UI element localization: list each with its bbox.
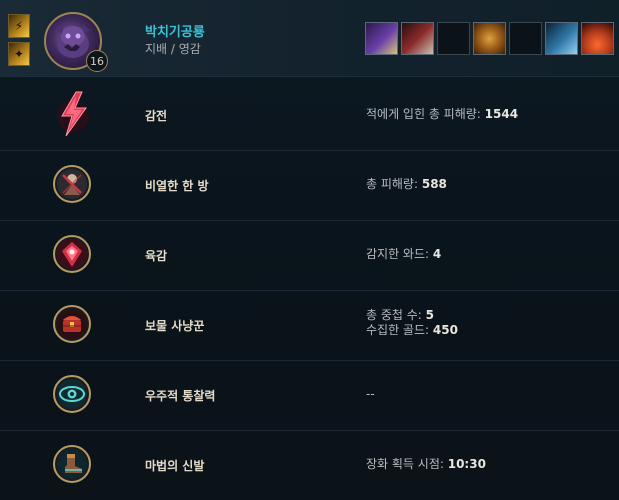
rune-row: 우주적 통찰력 -- (0, 360, 619, 431)
player-header: ⚡ ✦ 16 박치기공룡 지배 / 영감 (0, 0, 619, 77)
rune-stat: 총 중첩 수: 5 수집한 골드: 450 (366, 308, 458, 337)
rune-name: 감전 (145, 109, 168, 123)
item-slot-2[interactable] (401, 22, 434, 55)
item-slot-7[interactable] (581, 22, 614, 55)
rune-stat: -- (366, 387, 375, 401)
rune-stat: 적에게 입힌 총 피해량: 1544 (366, 107, 519, 121)
rune-row: 마법의 신발 장화 획득 시점: 10:30 (0, 430, 619, 500)
rune-name: 우주적 통찰력 (145, 389, 216, 403)
item-slot-3-empty (437, 22, 470, 55)
rune-details-panel: ⚡ ✦ 16 박치기공룡 지배 / 영감 감전 적에게 입힌 총 피해량: 15… (0, 0, 619, 500)
precision-tree-icon: ⚡ (8, 14, 30, 38)
rune-row: 감전 적에게 입힌 총 피해량: 1544 (0, 80, 619, 151)
rune-row: 비열한 한 방 총 피해량: 588 (0, 150, 619, 221)
sixth-sense-icon[interactable] (53, 235, 91, 273)
champion-level-badge: 16 (86, 50, 108, 72)
summoner-name[interactable]: 박치기공룡 (145, 21, 205, 40)
rune-tree-label: 지배 / 영감 (145, 42, 201, 56)
item-slot-1[interactable] (365, 22, 398, 55)
rune-name: 마법의 신발 (145, 459, 205, 473)
rune-row: 보물 사냥꾼 총 중첩 수: 5 수집한 골드: 450 (0, 290, 619, 361)
cosmic-insight-icon[interactable] (53, 375, 91, 413)
rune-stat: 장화 획득 시점: 10:30 (366, 457, 486, 471)
rune-name: 비열한 한 방 (145, 179, 209, 193)
rune-name: 육감 (145, 249, 168, 263)
item-slot-6[interactable] (545, 22, 578, 55)
rune-tree-icons: ⚡ ✦ (8, 14, 30, 66)
inspiration-tree-icon: ✦ (8, 42, 30, 66)
rune-name: 보물 사냥꾼 (145, 319, 205, 333)
rune-stat: 감지한 와드: 4 (366, 247, 442, 261)
item-slot-5-empty (509, 22, 542, 55)
cheap-shot-icon[interactable] (53, 165, 91, 203)
item-slot-4[interactable] (473, 22, 506, 55)
electrocute-icon[interactable] (52, 90, 94, 138)
rune-row: 육감 감지한 와드: 4 (0, 220, 619, 291)
item-slots (365, 22, 614, 56)
rune-stat: 총 피해량: 588 (366, 177, 447, 191)
treasure-hunter-icon[interactable] (53, 305, 91, 343)
magical-footwear-icon[interactable] (53, 445, 91, 483)
